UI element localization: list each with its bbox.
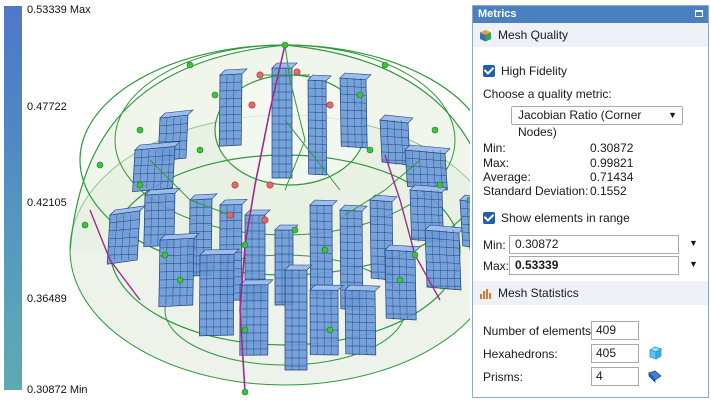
stat-min-label: Min: bbox=[483, 141, 506, 155]
metric-select[interactable]: Jacobian Ratio (Corner Nodes) ▼ bbox=[511, 106, 683, 139]
range-min-input[interactable]: 0.30872 bbox=[509, 235, 679, 254]
mesh-node[interactable] bbox=[96, 161, 104, 169]
hex-element-top bbox=[239, 279, 274, 286]
range-min-dropdown-icon[interactable]: ▼ bbox=[689, 238, 698, 248]
element-stack[interactable] bbox=[424, 224, 465, 291]
minimize-icon[interactable] bbox=[695, 10, 703, 17]
panel-title: Metrics bbox=[478, 8, 517, 20]
color-legend-bar bbox=[4, 6, 22, 390]
hex-element-block bbox=[218, 73, 243, 147]
stat-stddev-label: Standard Deviation: bbox=[483, 184, 589, 198]
mesh-quality-header[interactable]: Mesh Quality bbox=[473, 23, 708, 47]
mesh-node-selected[interactable] bbox=[256, 71, 264, 79]
mesh-node[interactable] bbox=[186, 61, 194, 69]
hex-element-block bbox=[158, 237, 195, 308]
mesh-node[interactable] bbox=[136, 181, 144, 189]
choose-metric-label: Choose a quality metric: bbox=[483, 87, 612, 101]
mesh-node[interactable] bbox=[176, 276, 184, 284]
range-max-label: Max: bbox=[483, 259, 510, 273]
prism-count-value: 4 bbox=[591, 367, 639, 386]
hex-element-top bbox=[309, 284, 344, 291]
hex-element-top bbox=[309, 199, 338, 206]
hex-element-block bbox=[384, 249, 417, 321]
show-range-label: Show elements in range bbox=[501, 211, 630, 225]
hex-element-top bbox=[284, 264, 313, 271]
dropdown-arrow-icon: ▼ bbox=[668, 110, 677, 120]
hex-element-block bbox=[424, 229, 462, 291]
mesh-node[interactable] bbox=[366, 146, 374, 154]
metrics-panel: Metrics Mesh Quality High Fidelity Choos… bbox=[472, 5, 709, 398]
mesh-node[interactable] bbox=[291, 226, 299, 234]
mesh-node-selected[interactable] bbox=[266, 181, 274, 189]
mesh-node-selected[interactable] bbox=[231, 181, 239, 189]
panel-title-bar: Metrics bbox=[473, 6, 708, 23]
hex-element-top bbox=[199, 248, 240, 256]
element-stack[interactable] bbox=[309, 284, 344, 356]
stat-average-label: Average: bbox=[483, 170, 531, 184]
mesh-node[interactable] bbox=[436, 181, 444, 189]
high-fidelity-label: High Fidelity bbox=[501, 64, 568, 78]
mesh-node-selected[interactable] bbox=[293, 68, 301, 76]
mesh-node[interactable] bbox=[241, 326, 249, 334]
stat-stddev-value: 0.1552 bbox=[590, 184, 627, 198]
mesh-statistics-header[interactable]: Mesh Statistics bbox=[473, 281, 708, 305]
element-stack[interactable] bbox=[199, 248, 240, 337]
stat-max-label: Max: bbox=[483, 156, 510, 170]
high-fidelity-checkbox[interactable] bbox=[483, 65, 495, 77]
range-max-input[interactable]: 0.53339 bbox=[509, 256, 679, 275]
element-stack[interactable] bbox=[344, 284, 381, 356]
mesh-node[interactable] bbox=[326, 326, 334, 334]
mesh-node[interactable] bbox=[411, 251, 419, 259]
mesh-node[interactable] bbox=[396, 276, 404, 284]
mesh-node-selected[interactable] bbox=[248, 101, 256, 109]
prism-icon bbox=[648, 370, 662, 383]
element-count-value: 409 bbox=[591, 321, 639, 340]
element-stack[interactable] bbox=[339, 72, 372, 149]
prism-count-label: Prisms: bbox=[483, 370, 523, 384]
range-max-dropdown-icon[interactable]: ▼ bbox=[689, 259, 698, 269]
hex-element-block bbox=[339, 77, 368, 149]
element-stack[interactable] bbox=[239, 279, 274, 356]
high-fidelity-row[interactable]: High Fidelity bbox=[483, 64, 567, 78]
mesh-node-selected[interactable] bbox=[261, 216, 269, 224]
mesh-node[interactable] bbox=[356, 91, 364, 99]
element-stack[interactable] bbox=[158, 232, 200, 308]
element-count-label: Number of elements: bbox=[483, 324, 595, 338]
stat-average-value: 0.71434 bbox=[590, 170, 634, 184]
histogram-icon bbox=[480, 288, 491, 299]
hex-element-top bbox=[344, 284, 381, 292]
mesh-node[interactable] bbox=[381, 61, 389, 69]
mesh-node[interactable] bbox=[241, 241, 249, 249]
show-range-row[interactable]: Show elements in range bbox=[483, 211, 630, 225]
mesh-node[interactable] bbox=[136, 126, 144, 134]
mesh-node[interactable] bbox=[431, 126, 439, 134]
mesh-statistics-label: Mesh Statistics bbox=[498, 286, 579, 300]
mesh-node[interactable] bbox=[211, 91, 219, 99]
mesh-node[interactable] bbox=[241, 388, 249, 396]
hexahedron-count-value: 405 bbox=[591, 344, 639, 363]
mesh-node[interactable] bbox=[321, 246, 329, 254]
mesh-quality-icon bbox=[480, 29, 491, 41]
mesh-node[interactable] bbox=[281, 41, 289, 49]
metric-selected-value: Jacobian Ratio (Corner Nodes) bbox=[518, 108, 642, 139]
hexahedron-icon bbox=[649, 346, 662, 360]
mesh-viewport[interactable] bbox=[40, 0, 470, 400]
mesh-node-selected[interactable] bbox=[326, 101, 334, 109]
hex-element-block bbox=[309, 204, 333, 296]
show-range-checkbox[interactable] bbox=[483, 212, 495, 224]
mesh-model[interactable] bbox=[40, 0, 470, 400]
mesh-node[interactable] bbox=[196, 146, 204, 154]
mesh-node-selected[interactable] bbox=[226, 211, 234, 219]
stat-max-value: 0.99821 bbox=[590, 156, 634, 170]
hexahedron-count-label: Hexahedrons: bbox=[483, 347, 558, 361]
stat-min-value: 0.30872 bbox=[590, 141, 634, 155]
mesh-node[interactable] bbox=[161, 251, 169, 259]
mesh-quality-label: Mesh Quality bbox=[498, 28, 569, 42]
range-min-label: Min: bbox=[483, 238, 506, 252]
hex-element-block bbox=[284, 269, 308, 371]
hex-element-block bbox=[271, 67, 293, 179]
mesh-node[interactable] bbox=[81, 221, 89, 229]
